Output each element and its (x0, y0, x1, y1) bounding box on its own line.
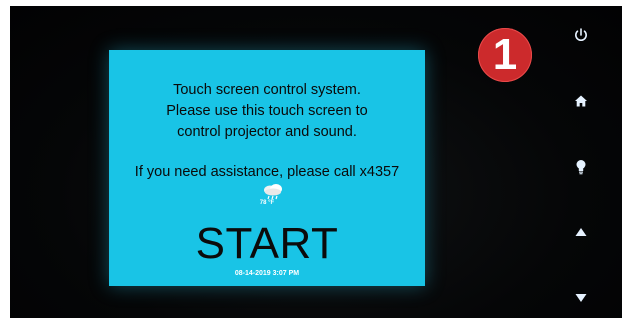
power-icon (575, 28, 587, 42)
rain-cloud-icon (264, 184, 282, 200)
power-button[interactable] (570, 24, 592, 46)
welcome-message: Touch screen control system. Please use … (109, 80, 425, 143)
start-button[interactable]: START (109, 221, 425, 267)
lighting-button[interactable] (570, 156, 592, 178)
arrow-up-icon (575, 228, 587, 236)
message-line: control projector and sound. (177, 124, 357, 140)
step-number: 1 (492, 30, 518, 79)
message-line: Touch screen control system. (173, 82, 361, 98)
message-line: Please use this touch screen to (166, 103, 368, 119)
date-time: 08-14-2019 3:07 PM (234, 270, 300, 277)
touch-screen[interactable]: Touch screen control system. Please use … (109, 50, 425, 286)
lightbulb-icon (576, 160, 586, 175)
step-number-badge: 1 (478, 28, 532, 82)
home-icon (575, 95, 587, 107)
arrow-up-button[interactable] (570, 221, 592, 243)
arrow-down-icon (575, 294, 587, 302)
arrow-down-button[interactable] (570, 287, 592, 309)
assistance-text: If you need assistance, please call x435… (134, 164, 400, 180)
temperature-readout: 78 °F (259, 200, 275, 206)
device-photo: Touch screen control system. Please use … (10, 6, 622, 318)
home-button[interactable] (570, 90, 592, 112)
